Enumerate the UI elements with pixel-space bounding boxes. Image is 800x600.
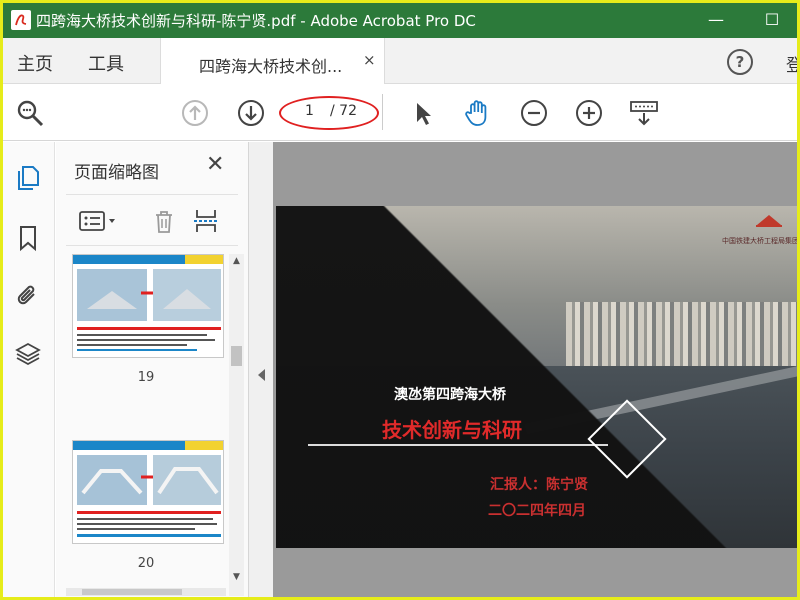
close-tab-button[interactable]: × bbox=[363, 51, 376, 69]
thumb-header-bar bbox=[73, 255, 223, 264]
thumbnail-page-number: 19 bbox=[137, 370, 155, 385]
help-button[interactable]: ? bbox=[727, 49, 753, 75]
slide-organization: 中国铁建大桥工程局集团有 bbox=[722, 237, 797, 245]
layers-icon[interactable] bbox=[14, 340, 42, 368]
zoom-in-icon[interactable] bbox=[574, 98, 604, 128]
thumbnail-options-icon[interactable] bbox=[78, 207, 118, 235]
hand-tool-icon[interactable] bbox=[463, 98, 493, 128]
menu-bar: 主页 工具 四跨海大桥技术创... × ? 登 bbox=[3, 38, 797, 84]
slide-reporter: 汇报人：陈宁贤 bbox=[490, 477, 588, 493]
maximize-button[interactable]: ☐ bbox=[757, 7, 787, 33]
thumbnail-page-19[interactable] bbox=[72, 254, 224, 358]
slide-title: 技术创新与科研 bbox=[382, 418, 522, 442]
document-view[interactable]: 中国铁建大桥工程局集团有 澳氹第四跨海大桥 技术创新与科研 汇报人：陈宁贤 二〇… bbox=[273, 142, 797, 597]
horizontal-scrollbar-thumb[interactable] bbox=[82, 589, 182, 595]
thumb-header-bar bbox=[73, 441, 223, 450]
panel-toolbar bbox=[66, 194, 238, 246]
menu-tools[interactable]: 工具 bbox=[88, 50, 124, 76]
panel-title: 页面缩略图 bbox=[74, 163, 159, 183]
horizontal-scrollbar[interactable] bbox=[66, 588, 226, 596]
close-panel-button[interactable]: ✕ bbox=[206, 152, 224, 177]
pdf-app-icon bbox=[11, 10, 31, 30]
page-thumbnails-panel: 页面缩略图 ✕ 19 20 ▲ ▼ bbox=[56, 142, 249, 597]
delete-page-icon[interactable] bbox=[150, 207, 178, 235]
attachment-icon[interactable] bbox=[14, 282, 42, 310]
page-navigator: 1 / 72 bbox=[279, 96, 379, 130]
window-title: 四跨海大桥技术创新与科研-陈宁贤.pdf - Adobe Acrobat Pro… bbox=[36, 12, 476, 30]
slide-subtitle: 澳氹第四跨海大桥 bbox=[394, 387, 506, 403]
thumbnail-page-20[interactable] bbox=[72, 440, 224, 544]
keyboard-tool-icon[interactable] bbox=[629, 98, 659, 128]
menu-home[interactable]: 主页 bbox=[17, 50, 53, 76]
scroll-down-arrow[interactable]: ▼ bbox=[229, 570, 244, 584]
slide-date: 二〇二四年四月 bbox=[488, 503, 586, 519]
slide-divider-line bbox=[308, 444, 608, 446]
page-annotation-ring bbox=[279, 96, 379, 130]
acrobat-window: 四跨海大桥技术创新与科研-陈宁贤.pdf - Adobe Acrobat Pro… bbox=[3, 3, 797, 597]
zoom-out-icon[interactable] bbox=[519, 98, 549, 128]
title-bar: 四跨海大桥技术创新与科研-陈宁贤.pdf - Adobe Acrobat Pro… bbox=[3, 3, 797, 38]
page-down-icon[interactable] bbox=[236, 98, 266, 128]
minimize-button[interactable]: — bbox=[701, 7, 731, 33]
panel-splitter[interactable] bbox=[249, 142, 273, 597]
document-tab-label: 四跨海大桥技术创... bbox=[199, 57, 343, 76]
select-pointer-icon[interactable] bbox=[408, 98, 438, 128]
thumbnail-scrollbar[interactable]: ▲ ▼ bbox=[229, 254, 244, 596]
bookmark-icon[interactable] bbox=[14, 224, 42, 252]
toolbar-divider bbox=[382, 94, 383, 130]
company-logo-icon bbox=[756, 215, 782, 227]
extract-page-icon[interactable] bbox=[192, 207, 220, 235]
thumbnail-list[interactable]: 19 20 ▲ ▼ bbox=[66, 254, 244, 596]
thumbnail-preview-20 bbox=[77, 455, 221, 537]
document-tab[interactable]: 四跨海大桥技术创... × bbox=[160, 38, 385, 84]
pdf-page: 中国铁建大桥工程局集团有 澳氹第四跨海大桥 技术创新与科研 汇报人：陈宁贤 二〇… bbox=[276, 206, 797, 548]
thumbnail-preview-19 bbox=[77, 269, 221, 351]
navigation-rail bbox=[3, 142, 55, 597]
main-toolbar: 1 / 72 bbox=[3, 84, 797, 141]
search-zoom-icon[interactable] bbox=[15, 98, 45, 128]
slide-dark-overlay bbox=[276, 206, 797, 548]
page-thumbnails-icon[interactable] bbox=[14, 164, 42, 192]
scrollbar-thumb[interactable] bbox=[231, 346, 242, 366]
signin-link[interactable]: 登 bbox=[786, 51, 797, 76]
page-up-icon[interactable] bbox=[180, 98, 210, 128]
collapse-arrow-icon[interactable] bbox=[258, 369, 265, 381]
scroll-up-arrow[interactable]: ▲ bbox=[229, 254, 244, 268]
thumbnail-page-number: 20 bbox=[137, 556, 155, 571]
